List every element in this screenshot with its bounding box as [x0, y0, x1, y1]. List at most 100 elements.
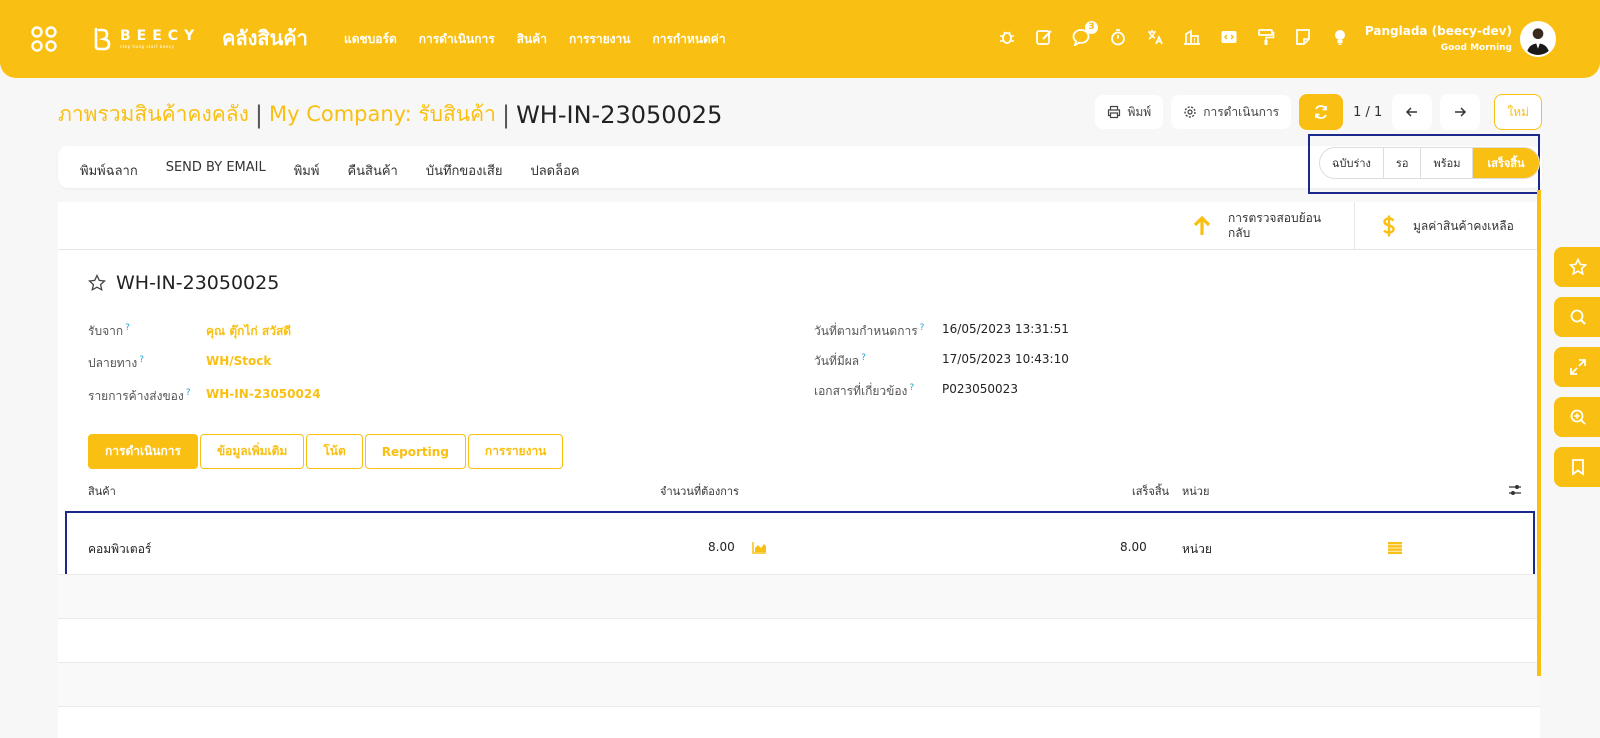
valuation-smart-button[interactable]: มูลค่าสินค้าคงเหลือ — [1354, 202, 1540, 250]
print-labels-button[interactable]: พิมพ์ฉลาก — [80, 160, 138, 181]
avatar-image — [1522, 23, 1554, 55]
field-backorder: รายการค้างส่งของ? WH-IN-23050024 — [88, 387, 321, 406]
action-label: การดำเนินการ — [1203, 104, 1280, 119]
field-scheduled-date-label: วันที่ตามกำหนดการ? — [814, 323, 925, 338]
star-icon — [1569, 258, 1587, 276]
header-demand[interactable]: จำนวนที่ต้องการ — [660, 482, 739, 500]
timer-icon[interactable] — [1109, 28, 1127, 46]
empty-list-row — [58, 662, 1540, 706]
unlock-button[interactable]: ปลดล็อค — [530, 160, 579, 181]
pager-next-button[interactable] — [1440, 94, 1481, 130]
arrow-up-icon — [1193, 215, 1211, 235]
field-effective-date-label: วันที่มีผล? — [814, 353, 866, 368]
refresh-icon — [1315, 105, 1328, 119]
menu-products[interactable]: สินค้า — [517, 30, 547, 49]
apps-icon[interactable] — [30, 25, 58, 53]
print-document-button[interactable]: พิมพ์ — [294, 160, 320, 181]
breadcrumb-separator: | — [501, 100, 511, 129]
avatar[interactable] — [1520, 21, 1556, 57]
greeting-text: Good Morning — [1440, 43, 1512, 53]
line-demand: 8.00 — [708, 540, 735, 554]
chat-button[interactable]: 3 — [1072, 21, 1098, 47]
optional-columns-icon[interactable] — [1508, 483, 1522, 497]
edit-icon[interactable] — [1035, 28, 1053, 46]
field-partner: รับจาก? คุณ ตุ๊กไก่ สวัสดี — [88, 322, 291, 341]
valuation-label: มูลค่าสินค้าคงเหลือ — [1413, 218, 1514, 233]
building-icon[interactable] — [1183, 28, 1201, 46]
translate-icon[interactable] — [1146, 28, 1164, 46]
menu-operations[interactable]: การดำเนินการ — [419, 30, 495, 49]
tab-reports[interactable]: การรายงาน — [467, 434, 564, 469]
status-done[interactable]: เสร็จสิ้น — [1473, 148, 1539, 178]
search-side-button[interactable] — [1554, 297, 1600, 337]
menu-configuration[interactable]: การกำหนดค่า — [652, 30, 725, 49]
status-ready[interactable]: พร้อม — [1421, 148, 1474, 178]
zoom-in-icon — [1570, 409, 1586, 425]
tab-reporting[interactable]: Reporting — [364, 434, 466, 469]
tab-note[interactable]: โน้ต — [306, 434, 363, 469]
header-product[interactable]: สินค้า — [88, 482, 116, 500]
star-icon[interactable] — [88, 274, 106, 292]
systray: 3 — [998, 21, 1349, 47]
field-effective-date-value[interactable]: 17/05/2023 10:43:10 — [942, 352, 1069, 371]
chatter-rail — [1537, 190, 1541, 676]
detailed-operations-icon[interactable] — [1388, 542, 1402, 554]
expand-icon — [1570, 359, 1586, 375]
status-waiting[interactable]: รอ — [1384, 148, 1422, 178]
lightbulb-icon[interactable] — [1331, 28, 1349, 46]
printer-icon — [1108, 105, 1121, 119]
logo-word: BEECY — [120, 28, 201, 44]
table-row[interactable]: คอมพิวเตอร์ 8.00 8.00 หน่วย — [88, 520, 1532, 576]
breadcrumb-receipts[interactable]: My Company: รับสินค้า — [269, 98, 496, 131]
user-name: Panglada (beecy-dev) — [1364, 24, 1512, 38]
field-backorder-value[interactable]: WH-IN-23050024 — [206, 387, 321, 406]
bug-icon[interactable] — [998, 28, 1016, 46]
print-button[interactable]: พิมพ์ — [1095, 95, 1164, 129]
app-title[interactable]: คลังสินค้า — [222, 22, 308, 54]
search-icon — [1570, 309, 1586, 325]
forecast-chart-icon[interactable] — [752, 541, 767, 554]
empty-list-row — [58, 618, 1540, 662]
empty-list-row — [58, 706, 1540, 738]
status-draft[interactable]: ฉบับร่าง — [1320, 148, 1384, 178]
user-menu[interactable]: Panglada (beecy-dev) Good Morning — [1365, 24, 1512, 53]
main-menu: แดชบอร์ด การดำเนินการ สินค้า การรายงาน ก… — [344, 30, 726, 49]
send-by-email-button[interactable]: SEND BY EMAIL — [166, 160, 266, 181]
expand-side-button[interactable] — [1554, 347, 1600, 387]
new-button[interactable]: ใหม่ — [1494, 94, 1542, 130]
scrap-button[interactable]: บันทึกของเสีย — [426, 160, 503, 181]
status-bar: ฉบับร่าง รอ พร้อม เสร็จสิ้น — [1319, 147, 1540, 179]
header-done[interactable]: เสร็จสิ้น — [1132, 482, 1169, 500]
header-uom[interactable]: หน่วย — [1182, 482, 1209, 500]
tab-additional-info[interactable]: ข้อมูลเพิ่มเติม — [199, 434, 305, 469]
gear-icon — [1184, 106, 1196, 118]
field-backorder-label: รายการค้างส่งของ? — [88, 388, 191, 403]
field-effective-date: วันที่มีผล? 17/05/2023 10:43:10 — [814, 352, 1069, 371]
code-icon[interactable] — [1220, 28, 1238, 46]
print-label: พิมพ์ — [1127, 104, 1152, 119]
field-partner-value[interactable]: คุณ ตุ๊กไก่ สวัสดี — [206, 322, 291, 341]
field-destination: ปลายทาง? WH/Stock — [88, 354, 271, 373]
field-scheduled-date-value[interactable]: 16/05/2023 13:31:51 — [942, 322, 1069, 341]
beecy-logo[interactable]: BEECY step hung start beecy — [92, 26, 200, 52]
return-button[interactable]: คืนสินค้า — [347, 160, 397, 181]
field-source-document: เอกสารที่เกี่ยวข้อง? P023050023 — [814, 382, 1018, 401]
field-destination-value[interactable]: WH/Stock — [206, 354, 271, 373]
menu-dashboard[interactable]: แดชบอร์ด — [344, 30, 397, 49]
breadcrumb-inventory-overview[interactable]: ภาพรวมสินค้าคงคลัง — [58, 98, 249, 131]
refresh-button[interactable] — [1299, 94, 1344, 130]
chat-badge: 3 — [1085, 21, 1098, 34]
note-icon[interactable] — [1294, 28, 1312, 46]
pager-previous-button[interactable] — [1392, 94, 1433, 130]
breadcrumb: ภาพรวมสินค้าคงคลัง | My Company: รับสินค… — [58, 98, 722, 131]
paint-roller-icon[interactable] — [1257, 28, 1275, 46]
beecy-b-icon — [94, 27, 111, 51]
action-button[interactable]: การดำเนินการ — [1171, 95, 1292, 129]
menu-reporting[interactable]: การรายงาน — [569, 30, 630, 49]
tab-operations[interactable]: การดำเนินการ — [88, 434, 198, 469]
favorite-side-button[interactable] — [1554, 247, 1600, 287]
zoom-side-button[interactable] — [1554, 397, 1600, 437]
pager-value[interactable]: 1 / 1 — [1353, 105, 1382, 120]
bookmark-side-button[interactable] — [1554, 447, 1600, 487]
field-source-document-value[interactable]: P023050023 — [942, 382, 1018, 401]
